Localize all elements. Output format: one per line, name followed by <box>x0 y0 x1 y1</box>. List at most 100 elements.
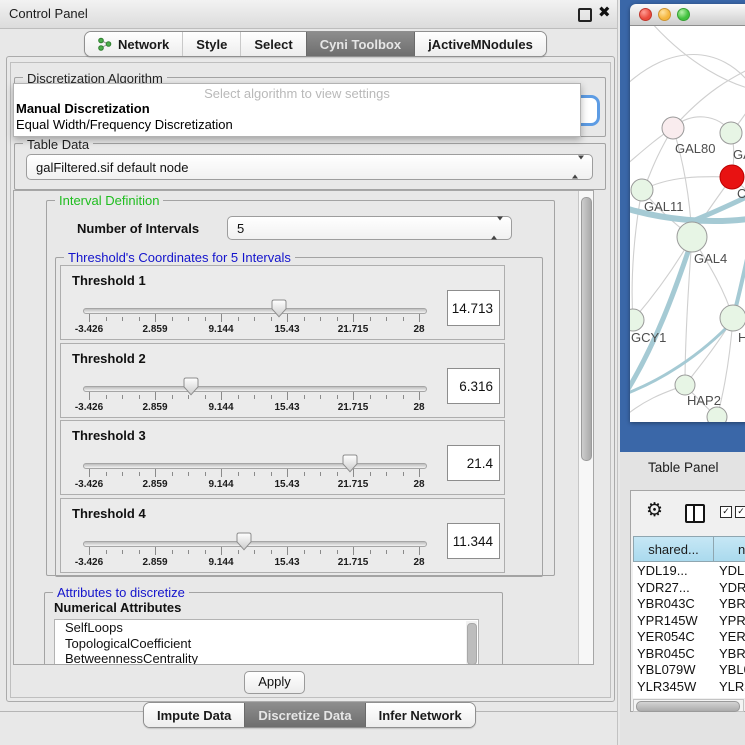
slider-thumb[interactable] <box>271 299 287 318</box>
tab-jactivemnodules[interactable]: jActiveMNodules <box>414 32 546 56</box>
number-of-intervals-label: Number of Intervals <box>77 221 199 236</box>
tick-mark <box>205 550 206 554</box>
threshold-value-box[interactable]: 21.4 <box>447 445 500 481</box>
float-panel-icon[interactable] <box>578 8 592 22</box>
table-row[interactable]: YER054CYER0 <box>633 628 745 645</box>
threshold-slider[interactable]: -3.4262.8599.14415.4321.71528 <box>89 454 419 494</box>
gal3-node[interactable] <box>720 122 742 144</box>
network-graph: GAL80GACGAL11GAL4GCY1HHAP2 <box>630 26 745 422</box>
tick-mark <box>89 547 90 555</box>
dropdown-option-equal-width-frequency[interactable]: Equal Width/Frequency Discretization <box>14 117 580 133</box>
tab-network[interactable]: Network <box>85 32 182 56</box>
cell-shared-name: YPR145W <box>637 613 698 628</box>
pink-node[interactable] <box>662 117 684 139</box>
apply-button[interactable]: Apply <box>244 671 305 694</box>
minimize-window-icon[interactable] <box>658 8 671 21</box>
node-label: GA <box>733 147 745 162</box>
threshold-value-box[interactable]: 6.316 <box>447 368 500 404</box>
number-of-intervals-combobox[interactable]: 5 <box>227 216 512 240</box>
tab-infer-network[interactable]: Infer Network <box>365 703 475 727</box>
select-checkbox-icon-2[interactable]: ✓ <box>735 506 745 518</box>
gal11-node[interactable] <box>631 179 653 201</box>
hap2-node[interactable] <box>675 375 695 395</box>
table-horizontal-scrollbar[interactable] <box>633 699 744 712</box>
table-row[interactable]: YBR043CYBR0 <box>633 595 745 612</box>
threshold-value-box[interactable]: 11.344 <box>447 523 500 559</box>
table-row[interactable]: YBL079WYBL0 <box>633 661 745 678</box>
tab-jactivemnodules-label: jActiveMNodules <box>428 37 533 52</box>
tick-mark <box>337 317 338 321</box>
tab-style[interactable]: Style <box>182 32 240 56</box>
control-panel-tabs: Network Style Select Cyni Toolbox jActiv… <box>84 31 547 57</box>
table-settings-gear-icon[interactable]: ⚙ <box>646 499 663 521</box>
tick-mark <box>403 472 404 476</box>
zoom-window-icon[interactable] <box>677 8 690 21</box>
table-row[interactable]: YLR345WYLR3 <box>633 678 745 695</box>
scrollbar-thumb[interactable] <box>581 197 592 461</box>
threshold-slider[interactable]: -3.4262.8599.14415.4321.71528 <box>89 377 419 417</box>
dropdown-placeholder-option[interactable]: Select algorithm to view settings <box>14 86 580 101</box>
table-row[interactable]: YDR27...YDR2 <box>633 579 745 596</box>
slider-scale-labels: -3.4262.8599.14415.4321.71528 <box>89 402 419 414</box>
select-checkbox-icon[interactable]: ✓ <box>720 506 732 518</box>
network-icon <box>98 37 112 51</box>
attribute-list-item[interactable]: BetweennessCentrality <box>55 651 478 665</box>
scrollbar-thumb[interactable] <box>636 701 740 712</box>
gcy1-node[interactable] <box>630 309 644 331</box>
tab-impute-data[interactable]: Impute Data <box>144 703 244 727</box>
tab-cyni-toolbox-label: Cyni Toolbox <box>320 37 401 52</box>
tab-infer-network-label: Infer Network <box>379 708 462 723</box>
tab-select[interactable]: Select <box>240 32 305 56</box>
network-canvas[interactable]: GAL80GACGAL11GAL4GCY1HHAP2 <box>630 26 745 422</box>
tick-mark <box>122 395 123 399</box>
slider-thumb[interactable] <box>342 454 358 473</box>
tab-cyni-toolbox[interactable]: Cyni Toolbox <box>306 32 414 56</box>
tick-label: 15.43 <box>274 479 299 490</box>
right-node[interactable] <box>720 305 745 331</box>
attributes-list-scrollbar[interactable] <box>466 621 477 665</box>
attribute-list-item[interactable]: SelfLoops <box>55 620 478 636</box>
table-row[interactable]: YPR145WYPR1 <box>633 612 745 629</box>
dropdown-option-manual-discretization[interactable]: Manual Discretization <box>14 101 580 117</box>
scrollbar-thumb[interactable] <box>467 623 477 665</box>
threshold-slider[interactable]: -3.4262.8599.14415.4321.71528 <box>89 532 419 572</box>
tick-mark <box>122 472 123 476</box>
tick-label: 2.859 <box>142 479 167 490</box>
slider-thumb[interactable] <box>236 532 252 551</box>
table-row[interactable]: YIL052CYIL0 <box>633 694 745 698</box>
threshold-slider[interactable]: -3.4262.8599.14415.4321.71528 <box>89 299 419 339</box>
close-window-icon[interactable] <box>639 8 652 21</box>
thresholds-group-title: Threshold's Coordinates for 5 Intervals <box>64 250 295 265</box>
threshold-panel: Threshold 3-3.4262.8599.14415.4321.71528… <box>60 420 505 495</box>
tick-label: 21.715 <box>338 324 369 335</box>
node-label: HAP2 <box>687 393 721 408</box>
threshold-value-box[interactable]: 14.713 <box>447 290 500 326</box>
table-rows[interactable]: YDL19...YDL1YDR27...YDR2YBR043CYBR0YPR14… <box>633 562 745 698</box>
tick-label: 28 <box>413 402 424 413</box>
tick-mark <box>122 317 123 321</box>
close-panel-icon[interactable]: ✖ <box>598 3 611 21</box>
table-row[interactable]: YBR045CYBR0 <box>633 645 745 662</box>
settings-vertical-scrollbar[interactable] <box>578 191 593 664</box>
tick-mark <box>287 547 288 555</box>
cell-shared-name: YBL079W <box>637 662 696 677</box>
bottom-node[interactable] <box>707 407 727 422</box>
tab-discretize-data[interactable]: Discretize Data <box>244 703 364 727</box>
tick-mark <box>337 550 338 554</box>
column-header-name[interactable]: na <box>714 536 745 562</box>
panel-title: Control Panel <box>9 6 88 21</box>
column-chooser-icon[interactable] <box>685 504 705 523</box>
slider-thumb[interactable] <box>183 377 199 396</box>
attribute-list-item[interactable]: TopologicalCoefficient <box>55 636 478 652</box>
column-header-shared-name[interactable]: shared... <box>633 536 714 562</box>
table-data-combobox[interactable]: galFiltered.sif default node <box>26 154 593 180</box>
tick-mark <box>386 472 387 476</box>
panel-split-divider[interactable] <box>617 0 618 745</box>
numerical-attributes-list[interactable]: SelfLoopsTopologicalCoefficientBetweenne… <box>54 619 479 665</box>
tick-mark <box>188 317 189 321</box>
gal4-node[interactable] <box>677 222 707 252</box>
tick-label: -3.426 <box>75 479 103 490</box>
table-row[interactable]: YDL19...YDL1 <box>633 562 745 579</box>
tick-mark <box>238 472 239 476</box>
tick-label: 21.715 <box>338 479 369 490</box>
